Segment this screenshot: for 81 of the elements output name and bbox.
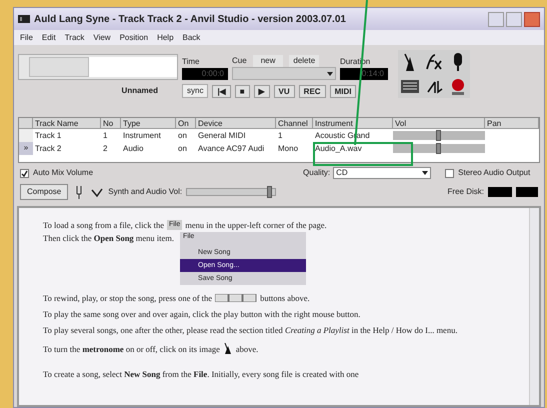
help-text: To play the same song over and over again, click the play button with the right mouse button. — [43, 308, 362, 321]
row-marker[interactable] — [19, 129, 33, 142]
help-text: To play several songs, one after the other, please read the section titled Creating a Playlist in the Help / How do I... menu. — [43, 324, 458, 337]
transport-button[interactable]: MIDI — [330, 84, 356, 98]
delete-cue-button[interactable]: delete — [289, 55, 320, 67]
menu-item[interactable]: Track — [64, 32, 84, 44]
app-icon — [18, 14, 30, 24]
help-text: buttons above. — [260, 292, 310, 304]
quality-dropdown[interactable]: CD — [333, 167, 432, 179]
help-text: To load a song from a file, click the — [43, 218, 164, 232]
volume-slider[interactable] — [393, 131, 485, 140]
column-header[interactable]: Channel — [276, 118, 313, 128]
menu-item[interactable]: Edit — [42, 32, 56, 44]
time-label: Time — [182, 56, 200, 68]
table-cell-text: Track 1 — [34, 130, 62, 142]
menu-item[interactable]: Back — [182, 32, 200, 44]
table-cell-text: Avance AC97 Audi — [197, 142, 266, 154]
table-cell-text: 2 — [102, 142, 108, 154]
duration-display: 0:14:0 — [340, 68, 388, 80]
checkbox[interactable] — [445, 168, 454, 178]
compose-button[interactable]: Compose — [20, 184, 68, 200]
table-cell-text: on — [177, 142, 188, 154]
help-text: To rewind, play, or stop the song, press one of the — [43, 292, 212, 304]
column-header[interactable]: Device — [196, 118, 276, 128]
slider-thumb[interactable] — [436, 130, 441, 141]
transport-button[interactable]: REC — [298, 84, 326, 98]
close-button[interactable] — [524, 12, 540, 26]
column-header[interactable]: Vol — [393, 118, 485, 128]
menu-item[interactable]: View — [93, 32, 111, 44]
transport-button[interactable]: ■ — [234, 84, 250, 98]
table-cell-text: Instrument — [122, 130, 162, 142]
table-cell-text: Audio_A.wav — [314, 142, 363, 154]
help-text: To create a song, select New Song from the File. Initially, every song file is created with one — [43, 368, 360, 381]
table-cell-text: Audio — [122, 142, 144, 154]
new-cue-button[interactable]: new — [252, 55, 284, 67]
dropdown-arrow-icon — [422, 171, 428, 175]
help-text: Then click the Open Song menu item. — [43, 232, 174, 245]
table-cell-text: 1 — [277, 130, 284, 142]
column-header[interactable]: Type — [121, 118, 176, 128]
dropdown-arrow-icon — [327, 72, 333, 76]
free-disk-display — [516, 187, 538, 197]
time-display: 0:00:0 — [182, 68, 228, 80]
column-header[interactable]: Instrument — [313, 118, 393, 128]
table-cell-text: on — [177, 130, 188, 142]
transport-buttons-image — [215, 294, 258, 302]
song-name: Unnamed — [120, 85, 159, 97]
transport-button[interactable]: ▶ — [254, 84, 270, 98]
free-disk-display — [488, 187, 512, 197]
volume-slider[interactable] — [393, 144, 485, 153]
checkbox-label: Auto Mix Volume — [33, 167, 94, 179]
window-title: Auld Lang Syne - Track Track 2 - Anvil Studio - version 2003.07.01 — [34, 12, 346, 26]
column-header[interactable]: No — [101, 118, 121, 128]
transport-button[interactable]: |◀ — [212, 84, 231, 98]
metronome-icon — [222, 343, 233, 355]
sync-button[interactable]: sync — [182, 84, 208, 98]
quality-label: Quality: — [303, 167, 330, 179]
slider-thumb[interactable] — [436, 143, 441, 154]
table-cell-text: Mono — [277, 142, 300, 154]
help-text: above. — [236, 342, 258, 356]
help-text: To turn the metronome on or off, click on its image — [43, 342, 220, 356]
column-header[interactable]: On — [176, 118, 196, 128]
column-header[interactable]: Pan — [485, 118, 539, 128]
menu-item[interactable]: Position — [120, 32, 148, 44]
checkbox-label: Stereo Audio Output — [458, 167, 530, 179]
help-text: menu in the upper-left corner of the page. — [185, 218, 327, 232]
synth-volume-slider[interactable] — [186, 188, 276, 196]
menu-item[interactable]: File — [20, 32, 33, 44]
free-disk-label: Free Disk: — [448, 186, 484, 198]
table-cell-text: 1 — [102, 130, 108, 142]
checkbox[interactable] — [20, 168, 29, 178]
row-marker[interactable]: » — [19, 142, 33, 155]
table-cell-text: Track 2 — [34, 142, 62, 154]
table-cell-text: General MIDI — [197, 130, 247, 142]
position-scrollbar[interactable] — [18, 54, 178, 80]
cue-label: Cue — [232, 55, 247, 67]
synth-volume-label: Synth and Audio Vol: — [108, 186, 182, 198]
column-header[interactable]: Track Name — [33, 118, 101, 128]
menu-item[interactable]: Help — [157, 32, 174, 44]
slider-thumb[interactable] — [266, 186, 272, 198]
scrollbar[interactable] — [529, 208, 539, 405]
transport-button[interactable]: VU — [274, 84, 295, 98]
